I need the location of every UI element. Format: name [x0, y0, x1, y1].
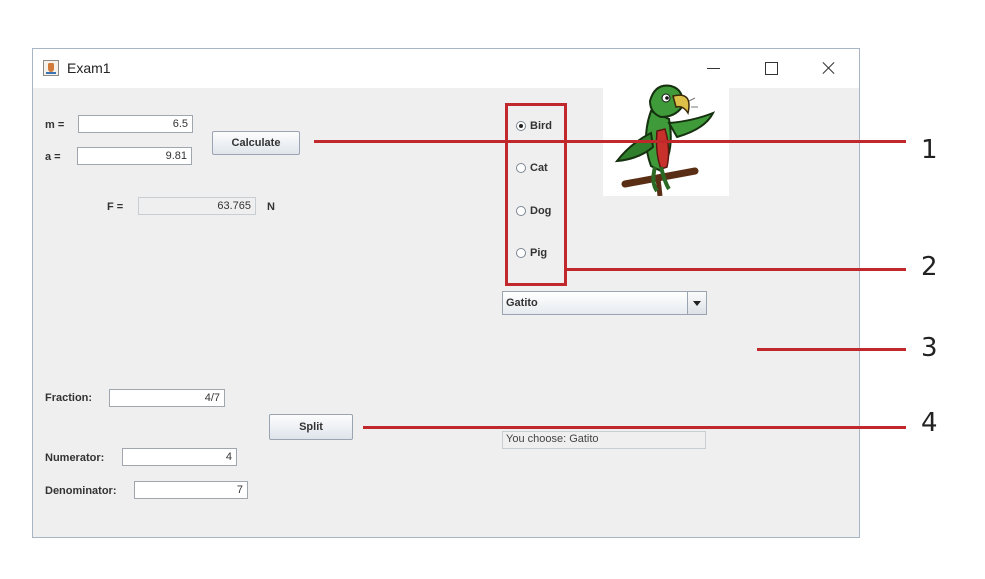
animal-combo-box[interactable]: Gatito — [502, 291, 707, 315]
f-output: 63.765 — [138, 197, 256, 215]
java-app-icon — [43, 60, 59, 76]
numerator-input[interactable]: 4 — [122, 448, 237, 466]
calculate-button[interactable]: Calculate — [212, 131, 300, 155]
parrot-icon — [614, 84, 716, 197]
annotation-box-radio-group — [505, 103, 567, 286]
annotation-number-4: 4 — [921, 408, 938, 438]
numerator-label: Numerator: — [45, 452, 105, 464]
a-label: a = — [45, 151, 61, 163]
annotation-number-1: 1 — [921, 135, 938, 165]
annotation-line-3 — [757, 348, 906, 351]
animal-image — [603, 71, 729, 197]
maximize-button[interactable] — [759, 55, 785, 81]
denominator-label: Denominator: — [45, 485, 117, 497]
split-button[interactable]: Split — [269, 414, 353, 440]
annotation-number-2: 2 — [921, 252, 938, 282]
annotation-line-4 — [363, 426, 906, 429]
f-label: F = — [107, 201, 124, 213]
close-button[interactable] — [816, 55, 842, 81]
title-bar[interactable]: Exam1 — [33, 49, 859, 88]
window-title: Exam1 — [67, 60, 111, 76]
denominator-input[interactable]: 7 — [134, 481, 248, 499]
fraction-input[interactable]: 4/7 — [109, 389, 225, 407]
m-input[interactable]: 6.5 — [78, 115, 193, 133]
fraction-label: Fraction: — [45, 392, 93, 404]
a-input[interactable]: 9.81 — [77, 147, 192, 165]
minimize-icon — [707, 68, 720, 69]
f-unit: N — [267, 201, 275, 213]
combo-value: Gatito — [506, 297, 538, 309]
annotation-line-2 — [567, 268, 906, 271]
maximize-icon — [765, 62, 778, 75]
annotation-number-3: 3 — [921, 333, 938, 363]
m-label: m = — [45, 119, 65, 131]
chevron-down-icon[interactable] — [687, 292, 706, 314]
result-field: You choose: Gatito — [502, 431, 706, 449]
annotation-line-1 — [314, 140, 906, 143]
